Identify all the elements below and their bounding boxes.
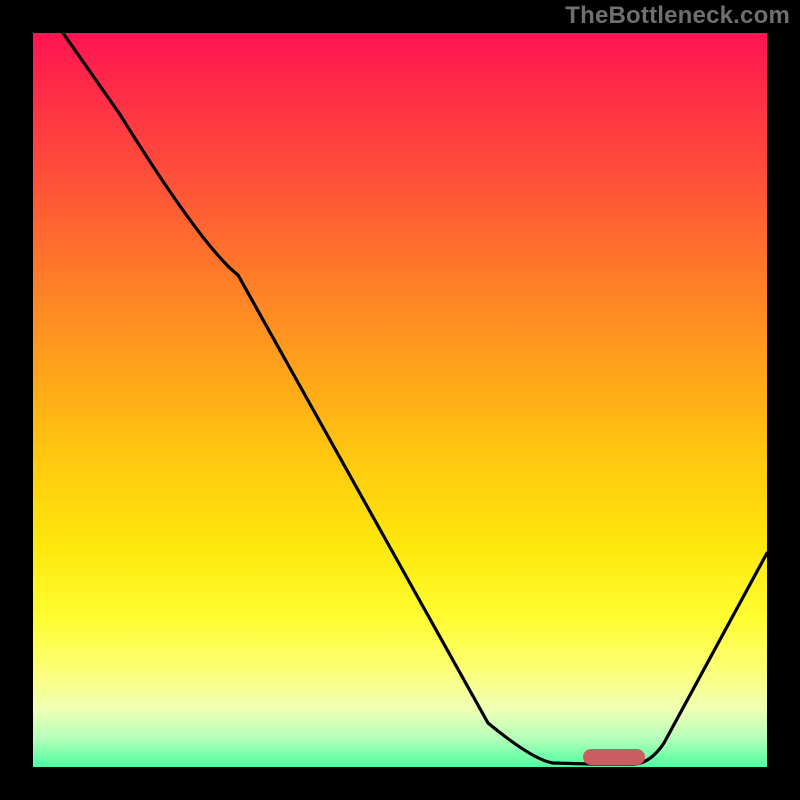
line-curve [33,33,767,767]
chart-container: { "watermark": "TheBottleneck.com", "cha… [0,0,800,800]
watermark-text: TheBottleneck.com [565,2,790,30]
minimum-marker [583,749,645,765]
plot-area [33,33,767,767]
